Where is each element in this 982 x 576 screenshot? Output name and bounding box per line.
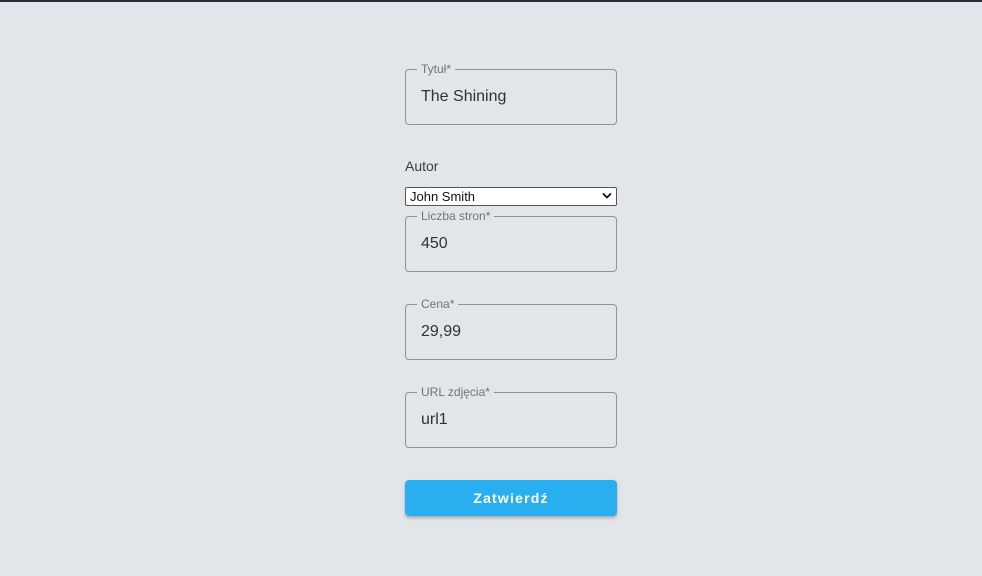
author-select-value: John Smith [410, 189, 476, 204]
image-url-input[interactable] [421, 393, 606, 447]
price-field: Cena* [405, 297, 617, 360]
pages-field: Liczba stron* [405, 209, 617, 272]
top-bar [0, 0, 982, 2]
pages-input[interactable] [421, 217, 606, 271]
title-field: Tytuł* [405, 62, 617, 125]
price-input[interactable] [421, 305, 606, 359]
author-label: Autor [405, 158, 439, 174]
author-select[interactable]: John Smith [405, 187, 617, 206]
submit-button[interactable]: Zatwierdź [405, 480, 617, 516]
image-url-field: URL zdjęcia* [405, 385, 617, 448]
title-input[interactable] [421, 70, 606, 124]
chevron-down-icon [602, 193, 612, 199]
